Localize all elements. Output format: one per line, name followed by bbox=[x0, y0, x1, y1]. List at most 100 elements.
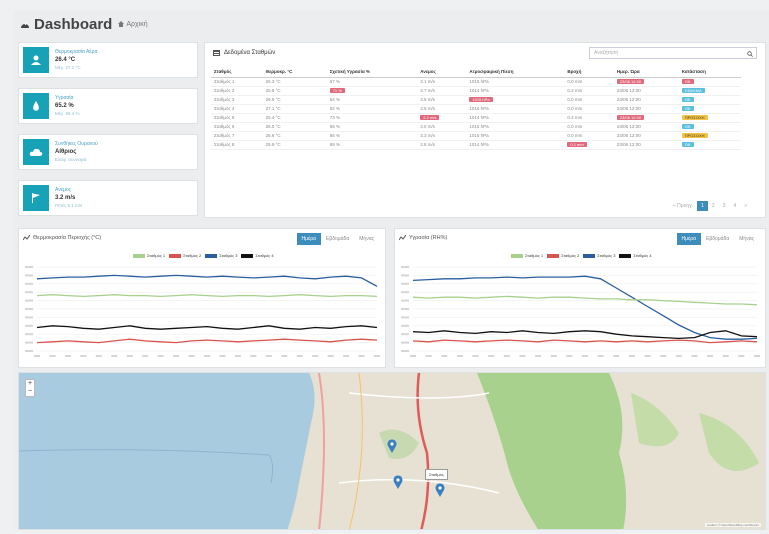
status-badge: 23/06 12:00 bbox=[616, 79, 645, 84]
range-day-button[interactable]: Ημέρα bbox=[676, 233, 702, 245]
x-tick-label bbox=[157, 355, 164, 357]
table-cell: 23/06 12:00 bbox=[613, 86, 679, 96]
table-cell: Σταθμός 1 bbox=[211, 77, 263, 87]
table-row[interactable]: Σταθμός 8 25.9 °C 69 % 2.8 m/s 1014 hPa 0.1 m… bbox=[211, 140, 741, 150]
table-cell: 0.0 mm bbox=[564, 131, 614, 141]
table-cell: 2.8 m/s bbox=[417, 140, 467, 150]
series-line bbox=[36, 274, 378, 287]
table-cell: 2.2 m/s bbox=[417, 113, 467, 123]
pager-page-1[interactable]: 1 bbox=[697, 201, 708, 211]
range-day-button[interactable]: Ημέρα bbox=[296, 233, 322, 245]
pager-page-2[interactable]: 2 bbox=[708, 201, 719, 211]
range-week-button[interactable]: Εβδομάδα bbox=[701, 233, 734, 245]
table-cell: OK bbox=[678, 104, 741, 114]
table-cell: Σταθμός 8 bbox=[211, 140, 263, 150]
chart-legend: Σταθμός 1 Σταθμός 2 Σταθμός 3 Σταθμός 4 bbox=[507, 253, 652, 258]
x-tick-label bbox=[49, 355, 56, 357]
table-cell: 1016 hPa bbox=[466, 104, 565, 114]
zoom-in-button[interactable]: + bbox=[26, 380, 34, 388]
table-cell: 1014 hPa bbox=[466, 140, 565, 150]
map-marker-icon[interactable] bbox=[393, 475, 403, 489]
table-row[interactable]: Σταθμός 2 25.8 °C 71 % 2.7 m/s 1014 hPa 0.2 m… bbox=[211, 86, 741, 96]
range-month-button[interactable]: Μήνας bbox=[734, 233, 759, 245]
legend-swatch bbox=[619, 253, 632, 258]
search-icon[interactable] bbox=[747, 51, 753, 57]
table-cell: 1015 hPa bbox=[466, 95, 565, 105]
table-row[interactable]: Σταθμός 1 26.3 °C 67 % 3.1 m/s 1015 hPa 0.0 m… bbox=[211, 77, 741, 87]
humidity-chart-panel: Υγρασία (RH%) Ημέρα Εβδομάδα Μήνας Σταθμ… bbox=[394, 228, 766, 368]
pager-page-3[interactable]: 3 bbox=[719, 201, 730, 211]
x-tick-label bbox=[722, 355, 729, 357]
pager-page-4[interactable]: 4 bbox=[729, 201, 740, 211]
table-cell: 23/06 12:00 bbox=[613, 77, 679, 87]
table-cell: OK bbox=[678, 140, 741, 150]
column-header[interactable]: Σταθμός bbox=[211, 67, 263, 78]
stations-map[interactable]: + − Σταθμός Leaflet | © OpenStreetMap co… bbox=[18, 372, 766, 530]
map-marker-icon[interactable] bbox=[435, 483, 445, 497]
map-marker-icon[interactable] bbox=[387, 439, 397, 453]
y-tick-label bbox=[401, 324, 409, 327]
x-tick-label bbox=[456, 355, 463, 357]
y-tick-label bbox=[25, 266, 33, 268]
stations-table: Σταθμός Θερμοκρ. °C Σχετική Υγρασία % Ανεμο… bbox=[211, 67, 741, 150]
table-cell: Σταθμός 4 bbox=[211, 104, 263, 114]
table-row[interactable]: Σταθμός 3 26.9 °C 64 % 3.5 m/s 1015 hPa 0.0 m… bbox=[211, 95, 741, 105]
table-search-input[interactable]: Αναζήτηση bbox=[589, 47, 757, 59]
pagination: « Προηγ. 1 2 3 4 » bbox=[669, 201, 751, 211]
person-icon bbox=[31, 55, 41, 65]
pager-prev[interactable]: « Προηγ. bbox=[669, 201, 697, 211]
x-tick-label bbox=[707, 355, 714, 357]
x-tick-label bbox=[566, 355, 573, 357]
column-header[interactable]: Θερμοκρ. °C bbox=[262, 67, 327, 78]
table-row[interactable]: Σταθμός 7 26.6 °C 66 % 3.3 m/s 1015 hPa 0.0 m… bbox=[211, 131, 741, 141]
column-header[interactable]: Βροχή bbox=[564, 67, 614, 78]
column-header[interactable]: Ατμοσφαιρική Πίεση bbox=[466, 67, 565, 78]
table-row[interactable]: Σταθμός 5 25.4 °C 73 % 2.2 m/s 1014 hPa 0.4 m… bbox=[211, 113, 741, 123]
chart-title: Υγρασία (RH%) bbox=[409, 235, 448, 241]
stat-icon-box bbox=[23, 139, 49, 165]
legend-label: Σταθμός 3 bbox=[597, 253, 616, 258]
column-header[interactable]: Κατάσταση bbox=[678, 67, 741, 78]
x-tick-label bbox=[265, 355, 272, 357]
stat-sub: Μέγ. 66.4 % bbox=[55, 111, 80, 116]
temperature-chart-panel: Θερμοκρασία Περιοχής (°C) Ημέρα Εβδομάδα… bbox=[18, 228, 386, 368]
column-header[interactable]: Ανεμος bbox=[417, 67, 467, 78]
y-tick-label bbox=[25, 299, 33, 302]
x-tick-label bbox=[644, 355, 651, 357]
table-row[interactable]: Σταθμός 6 26.0 °C 68 % 3.0 m/s 1015 hPa 0.0 m… bbox=[211, 122, 741, 132]
table-cell: 23/06 12:00 bbox=[613, 95, 679, 105]
y-tick-label bbox=[25, 274, 33, 277]
table-cell: 0.4 mm bbox=[564, 113, 614, 123]
range-week-button[interactable]: Εβδομάδα bbox=[321, 233, 354, 245]
series-line bbox=[412, 275, 758, 340]
table-cell: Σταθμός 2 bbox=[211, 86, 263, 96]
table-cell: ΠΡΟΣΟΧΗ bbox=[678, 131, 741, 141]
y-tick-label bbox=[401, 282, 409, 285]
table-cell: 66 % bbox=[326, 131, 418, 141]
stat-sub: Ριπές 5.1 m/s bbox=[55, 203, 83, 208]
y-tick-label bbox=[401, 291, 409, 294]
range-month-button[interactable]: Μήνας bbox=[354, 233, 379, 245]
table-cell: ΣΦΑΛΜΑ bbox=[678, 86, 741, 96]
x-tick-label bbox=[219, 355, 226, 357]
column-header[interactable]: Ημερ. Ώρα bbox=[613, 67, 679, 78]
stat-icon-box bbox=[23, 93, 49, 119]
y-tick-label bbox=[401, 274, 409, 277]
pager-next[interactable]: » bbox=[740, 201, 751, 211]
stat-card-sky: Συνθήκες Ουρανού Αίθριος Ελαφ. συννεφιά bbox=[18, 134, 198, 170]
table-cell: 25.8 °C bbox=[262, 86, 327, 96]
map-attribution[interactable]: Leaflet | © OpenStreetMap contributors bbox=[704, 523, 761, 527]
zoom-out-button[interactable]: − bbox=[26, 388, 34, 396]
table-cell: 68 % bbox=[326, 122, 418, 132]
chart-legend: Σταθμός 1 Σταθμός 2 Σταθμός 3 Σταθμός 4 bbox=[129, 253, 274, 258]
breadcrumb-home[interactable]: Αρχική bbox=[126, 21, 147, 28]
table-row[interactable]: Σταθμός 4 27.1 °C 62 % 3.9 m/s 1016 hPa 0.0 m… bbox=[211, 104, 741, 114]
page-title: Dashboard bbox=[34, 15, 113, 33]
breadcrumb[interactable]: Αρχική bbox=[118, 21, 148, 28]
droplet-icon bbox=[33, 101, 39, 111]
stat-icon-box bbox=[23, 185, 49, 211]
table-cell: 23/06 12:00 bbox=[613, 131, 679, 141]
table-cell: Σταθμός 3 bbox=[211, 95, 263, 105]
y-tick-label bbox=[401, 341, 409, 344]
column-header[interactable]: Σχετική Υγρασία % bbox=[326, 67, 418, 78]
